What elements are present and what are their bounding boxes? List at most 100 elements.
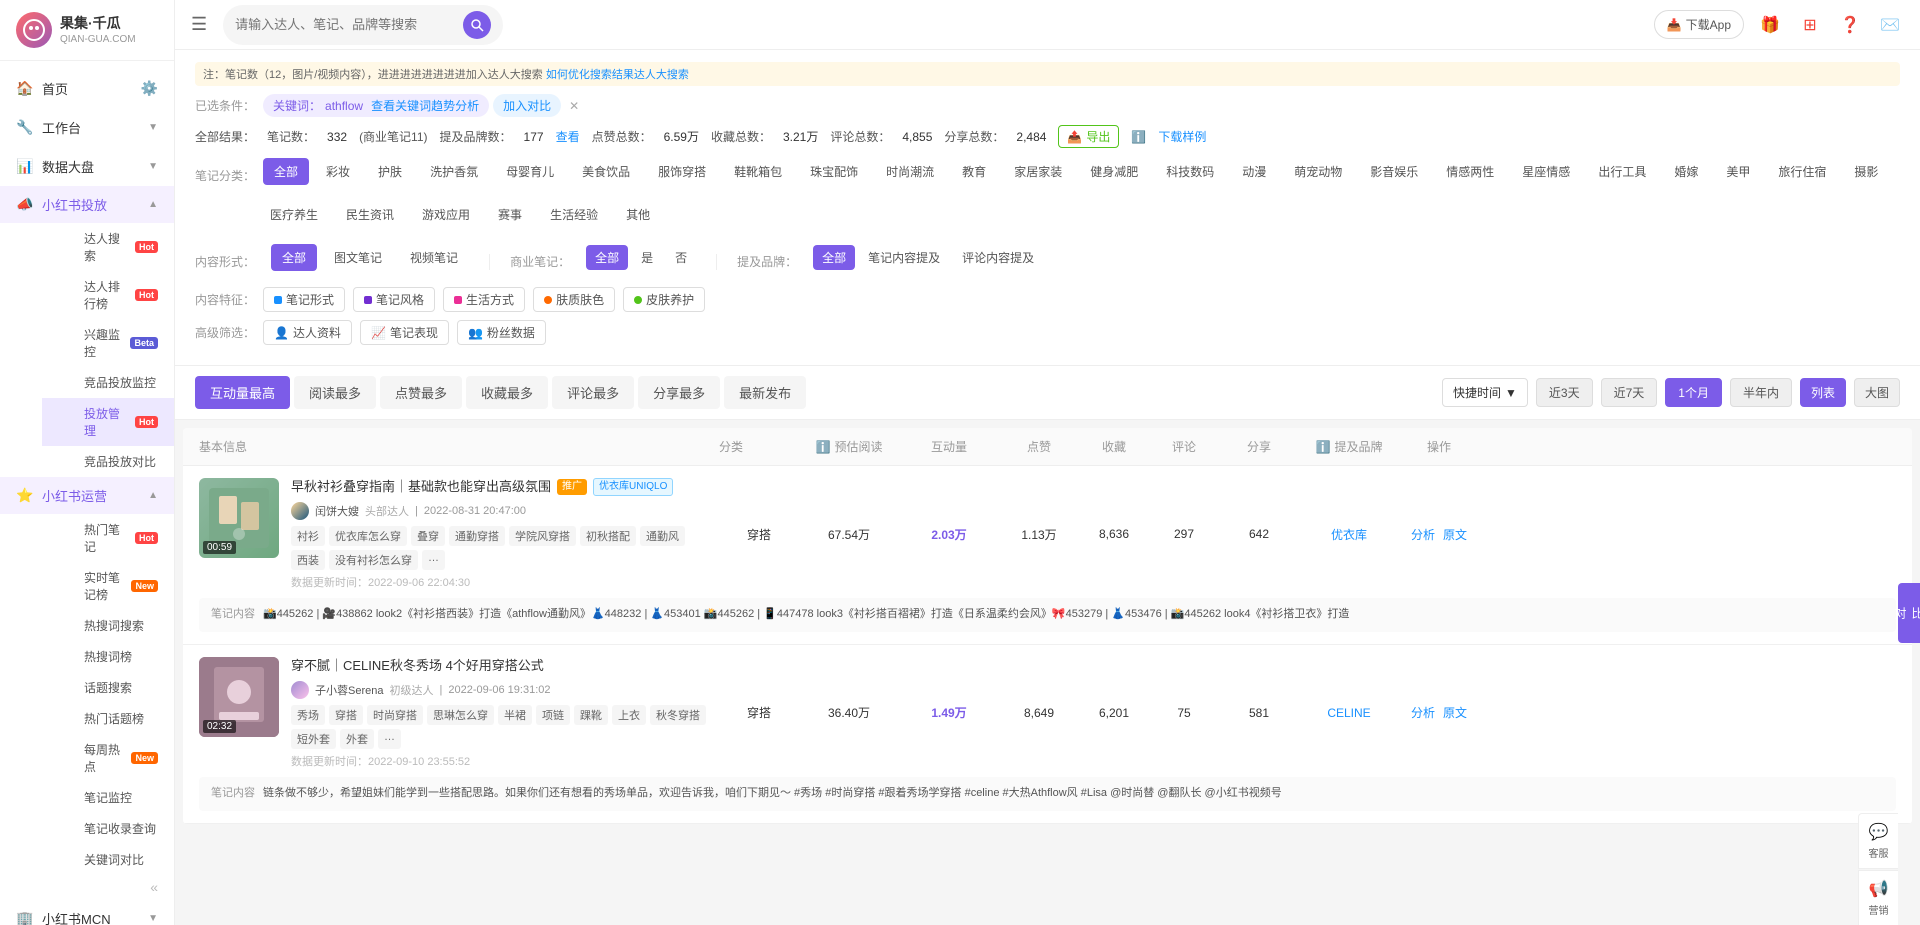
tag-no-shirt[interactable]: 没有衬衫怎么穿: [329, 550, 418, 570]
cat-tab-travel-tools[interactable]: 出行工具: [1587, 158, 1657, 185]
sidebar-sub-hot-notes[interactable]: 热门笔记 Hot: [42, 514, 174, 562]
sidebar-sub-hot-search[interactable]: 热搜词搜索: [42, 610, 174, 641]
tag-skirt[interactable]: 半裙: [498, 705, 532, 725]
view-grid-btn[interactable]: 大图: [1854, 378, 1900, 407]
export-info-icon[interactable]: ℹ️: [1131, 130, 1146, 144]
email-icon-button[interactable]: ✉️: [1876, 11, 1904, 39]
settings-icon[interactable]: ⚙️: [141, 80, 158, 97]
tag-boots[interactable]: 踝靴: [574, 705, 608, 725]
export-button[interactable]: 📤 导出: [1058, 125, 1119, 148]
tag-more[interactable]: …: [422, 550, 445, 570]
cat-tab-jewelry[interactable]: 珠宝配饰: [799, 158, 869, 185]
info-icon-reads[interactable]: ℹ️: [816, 440, 831, 454]
gift-icon-button[interactable]: 🎁: [1756, 11, 1784, 39]
sort-interaction[interactable]: 互动量最高: [195, 376, 290, 409]
content-type-graphic[interactable]: 图文笔记: [323, 244, 393, 271]
tag-top[interactable]: 上衣: [612, 705, 646, 725]
notice-link[interactable]: 如何优化搜索结果达人大搜索: [546, 69, 689, 81]
sidebar-sub-competitor-compare[interactable]: 竞品投放对比: [42, 446, 174, 477]
commercial-yes[interactable]: 是: [632, 245, 662, 270]
cat-tab-games[interactable]: 游戏应用: [411, 201, 481, 228]
cat-tab-emotions[interactable]: 情感两性: [1435, 158, 1505, 185]
cat-tab-news[interactable]: 民生资讯: [335, 201, 405, 228]
sidebar-sub-hot-rank[interactable]: 热搜词榜: [42, 641, 174, 672]
time-select-dropdown[interactable]: 快捷时间 ▼: [1442, 378, 1528, 407]
tag-short-jacket[interactable]: 短外套: [291, 729, 336, 749]
char-lifestyle[interactable]: 生活方式: [443, 287, 525, 312]
row2-author-name[interactable]: 子小蓉Serena: [315, 682, 383, 698]
tag-necklace[interactable]: 项链: [536, 705, 570, 725]
row2-thumbnail[interactable]: 02:32: [199, 657, 279, 737]
cat-tab-photography[interactable]: 摄影: [1843, 158, 1889, 185]
sidebar-sub-topic-search[interactable]: 话题搜索: [42, 672, 174, 703]
cat-tab-animation[interactable]: 动漫: [1231, 158, 1277, 185]
cat-tab-skincare[interactable]: 护肤: [367, 158, 413, 185]
cat-tab-entertainment[interactable]: 影音娱乐: [1359, 158, 1429, 185]
adv-influencer[interactable]: 👤 达人资料: [263, 320, 352, 345]
cat-tab-tech[interactable]: 科技数码: [1155, 158, 1225, 185]
sidebar-item-xhs-ads[interactable]: 📣 小红书投放 ▲: [0, 186, 174, 223]
time-7d-btn[interactable]: 近7天: [1601, 378, 1658, 407]
row2-original-link[interactable]: 原文: [1443, 704, 1467, 721]
content-type-video[interactable]: 视频笔记: [399, 244, 469, 271]
time-3d-btn[interactable]: 近3天: [1536, 378, 1593, 407]
cat-tab-fashion[interactable]: 服饰穿搭: [647, 158, 717, 185]
tag-more2[interactable]: …: [378, 729, 401, 749]
sort-likes[interactable]: 点赞最多: [380, 376, 462, 409]
cat-tab-fitness[interactable]: 健身减肥: [1079, 158, 1149, 185]
cat-tab-travel[interactable]: 旅行住宿: [1767, 158, 1837, 185]
adv-notes-perf[interactable]: 📈 笔记表现: [360, 320, 449, 345]
time-half-year-btn[interactable]: 半年内: [1730, 378, 1792, 407]
brand-comments[interactable]: 评论内容提及: [953, 245, 1043, 270]
tag-show[interactable]: 秀场: [291, 705, 325, 725]
sidebar-sub-influencer-rank[interactable]: 达人排行榜 Hot: [42, 271, 174, 319]
cat-tab-beauty[interactable]: 美甲: [1715, 158, 1761, 185]
row1-analyze-link[interactable]: 分析: [1411, 526, 1435, 543]
sidebar-sub-realtime-notes[interactable]: 实时笔记榜 New: [42, 562, 174, 610]
sidebar-item-mcn[interactable]: 🏢 小红书MCN ▼: [0, 899, 174, 925]
row1-original-link[interactable]: 原文: [1443, 526, 1467, 543]
sidebar-sub-note-query[interactable]: 笔记收录查询: [42, 813, 174, 844]
keyword-trend-link[interactable]: 查看关键词趋势分析: [371, 97, 479, 114]
cat-tab-constellation[interactable]: 星座情感: [1511, 158, 1581, 185]
tag-celine-how[interactable]: 思琳怎么穿: [427, 705, 494, 725]
cat-tab-haircare[interactable]: 洗护香氛: [419, 158, 489, 185]
tag-uniqlo[interactable]: 优衣库怎么穿: [329, 526, 407, 546]
sidebar-sub-weekly-hot[interactable]: 每周热点 New: [42, 734, 174, 782]
char-form[interactable]: 笔记形式: [263, 287, 345, 312]
compare-add-button[interactable]: 加入对比: [493, 94, 561, 117]
adv-fans-data[interactable]: 👥 粉丝数据: [457, 320, 546, 345]
cat-tab-home[interactable]: 家居家装: [1003, 158, 1073, 185]
cat-tab-other[interactable]: 其他: [615, 201, 661, 228]
tag-shirt[interactable]: 衬衫: [291, 526, 325, 546]
brand-all[interactable]: 全部: [813, 245, 855, 270]
cat-tab-events[interactable]: 赛事: [487, 201, 533, 228]
question-icon-button[interactable]: ❓: [1836, 11, 1864, 39]
cat-tab-shoes[interactable]: 鞋靴箱包: [723, 158, 793, 185]
tag-fall-winter[interactable]: 秋冬穿搭: [650, 705, 706, 725]
grid-icon-button[interactable]: ⊞: [1796, 11, 1824, 39]
info-icon-brand[interactable]: ℹ️: [1316, 440, 1331, 454]
sidebar-sub-topic-rank[interactable]: 热门话题榜: [42, 703, 174, 734]
sidebar-sub-influencer-search[interactable]: 达人搜索 Hot: [42, 223, 174, 271]
sidebar-collapse[interactable]: «: [0, 875, 174, 899]
cat-tab-makeup[interactable]: 彩妆: [315, 158, 361, 185]
tag-school[interactable]: 学院风穿搭: [509, 526, 576, 546]
sidebar-sub-note-monitor[interactable]: 笔记监控: [42, 782, 174, 813]
download-sample-link[interactable]: 下载样例: [1158, 128, 1206, 145]
sidebar-sub-interest-monitor[interactable]: 兴趣监控 Beta: [42, 319, 174, 367]
sidebar-item-data[interactable]: 📊 数据大盘 ▼: [0, 147, 174, 186]
download-app-button[interactable]: 📥 下载App: [1654, 10, 1744, 39]
float-customer-btn[interactable]: 💬 客服: [1858, 813, 1898, 869]
tag-fashion-outfit[interactable]: 时尚穿搭: [367, 705, 423, 725]
tag-layering[interactable]: 叠穿: [411, 526, 445, 546]
cat-tab-marriage[interactable]: 婚嫁: [1663, 158, 1709, 185]
compare-toggle-button[interactable]: 对比: [1898, 583, 1920, 643]
cat-tab-all[interactable]: 全部: [263, 158, 309, 185]
search-button[interactable]: [463, 11, 491, 39]
char-style[interactable]: 笔记风格: [353, 287, 435, 312]
char-skin-color[interactable]: 肤质肤色: [533, 287, 615, 312]
time-1m-btn[interactable]: 1个月: [1665, 378, 1722, 407]
brands-link[interactable]: 查看: [556, 128, 580, 145]
view-list-btn[interactable]: 列表: [1800, 378, 1846, 407]
